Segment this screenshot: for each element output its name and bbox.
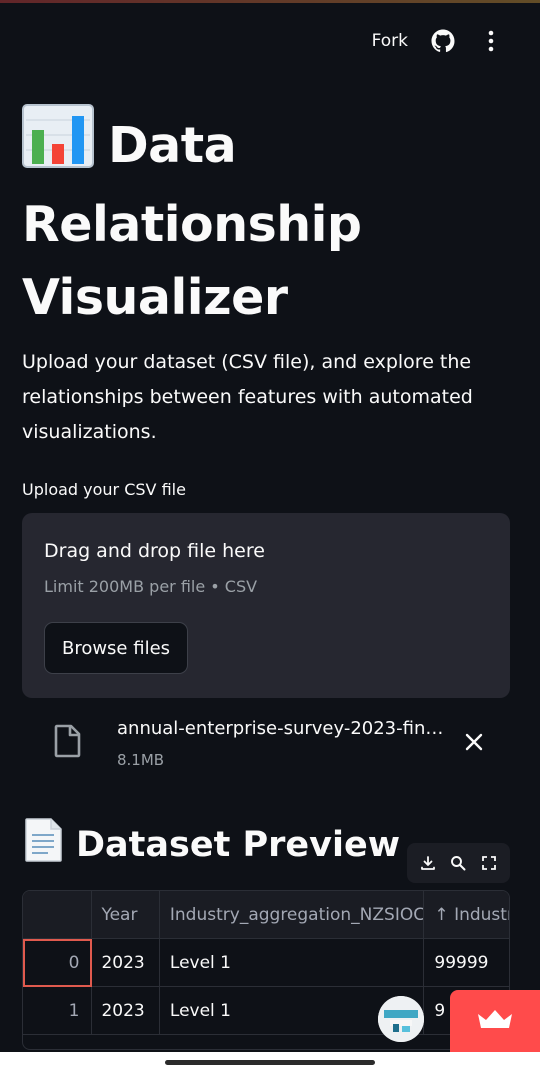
more-vertical-icon[interactable] <box>478 28 504 54</box>
table-cell[interactable]: 2023 <box>92 939 160 987</box>
header-cell-industry-aggregation[interactable]: Industry_aggregation_NZSIOC <box>159 891 425 939</box>
table-cell[interactable]: Level 1 <box>159 939 425 987</box>
github-icon[interactable] <box>430 28 456 54</box>
home-handle[interactable] <box>165 1060 375 1065</box>
section-title-text: Dataset Preview <box>76 824 401 865</box>
streamlit-badge[interactable] <box>450 990 540 1052</box>
file-name: annual-enterprise-survey-2023-fin… <box>117 718 444 739</box>
avatar[interactable] <box>378 996 424 1042</box>
table-cell[interactable]: 2023 <box>92 987 160 1035</box>
row-index-cell[interactable]: 0 <box>23 939 93 987</box>
close-icon[interactable] <box>462 730 486 754</box>
crown-icon <box>476 1008 514 1034</box>
page-title: Data Relationship Visualizer <box>22 104 502 334</box>
browse-files-button[interactable]: Browse files <box>44 622 188 674</box>
bar-chart-emoji-icon <box>22 104 94 188</box>
row-index-cell[interactable]: 1 <box>23 987 93 1035</box>
fork-link[interactable]: Fork <box>372 31 408 51</box>
header-cell-year[interactable]: Year <box>92 891 160 939</box>
system-navigation-bar <box>0 1052 540 1071</box>
page-title-block: Data Relationship Visualizer <box>22 104 502 334</box>
dataframe-table[interactable]: Year Industry_aggregation_NZSIOC ↑ Indus… <box>22 890 510 1050</box>
file-dropzone[interactable]: Drag and drop file here Limit 200MB per … <box>22 513 510 698</box>
table-row[interactable]: 0 2023 Level 1 99999 <box>23 939 509 987</box>
table-cell[interactable]: 99999 <box>424 939 509 987</box>
table-row[interactable]: 1 2023 Level 1 9 <box>23 987 509 1035</box>
file-size: 8.1MB <box>117 751 165 769</box>
top-accent-bar <box>0 0 540 3</box>
header-cell-industry-sorted[interactable]: ↑ Industr <box>424 891 509 939</box>
download-icon[interactable] <box>417 852 439 874</box>
table-header-row: Year Industry_aggregation_NZSIOC ↑ Indus… <box>23 891 509 939</box>
dropzone-title: Drag and drop file here <box>44 540 265 562</box>
header-cell-index <box>23 891 93 939</box>
document-icon <box>24 818 62 871</box>
uploaded-file: annual-enterprise-survey-2023-fin… 8.1MB <box>22 710 510 778</box>
page-description: Upload your dataset (CSV file), and expl… <box>22 351 473 443</box>
uploader-label: Upload your CSV file <box>22 480 186 499</box>
dataframe-toolbar <box>407 843 510 883</box>
app-header: Fork <box>372 28 504 54</box>
fullscreen-icon[interactable] <box>478 852 500 874</box>
section-title: Dataset Preview <box>24 818 400 871</box>
search-icon[interactable] <box>447 852 469 874</box>
dropzone-limit: Limit 200MB per file • CSV <box>44 577 258 596</box>
file-icon <box>54 724 82 762</box>
